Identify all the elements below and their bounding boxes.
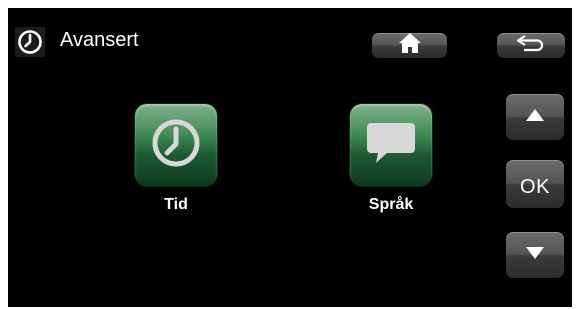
screen: Avansert Tid Språk OK <box>8 8 572 307</box>
up-button[interactable] <box>506 94 564 140</box>
ok-button[interactable]: OK <box>506 160 564 208</box>
back-button[interactable] <box>497 33 565 58</box>
clock-icon <box>15 27 45 57</box>
clock-icon <box>148 115 204 176</box>
tile-tid[interactable] <box>135 104 217 186</box>
tile-tid-label: Tid <box>164 196 188 213</box>
tile-sprak-label: Språk <box>368 196 414 213</box>
down-button[interactable] <box>506 232 564 278</box>
home-icon <box>397 32 423 59</box>
up-arrow-icon <box>525 108 545 127</box>
speech-bubble-icon <box>363 117 419 174</box>
return-arrow-icon <box>515 34 547 57</box>
ok-label: OK <box>520 175 550 198</box>
home-button[interactable] <box>372 33 447 58</box>
down-arrow-icon <box>525 246 545 265</box>
page-title: Avansert <box>60 29 139 51</box>
tile-sprak[interactable] <box>350 104 432 186</box>
